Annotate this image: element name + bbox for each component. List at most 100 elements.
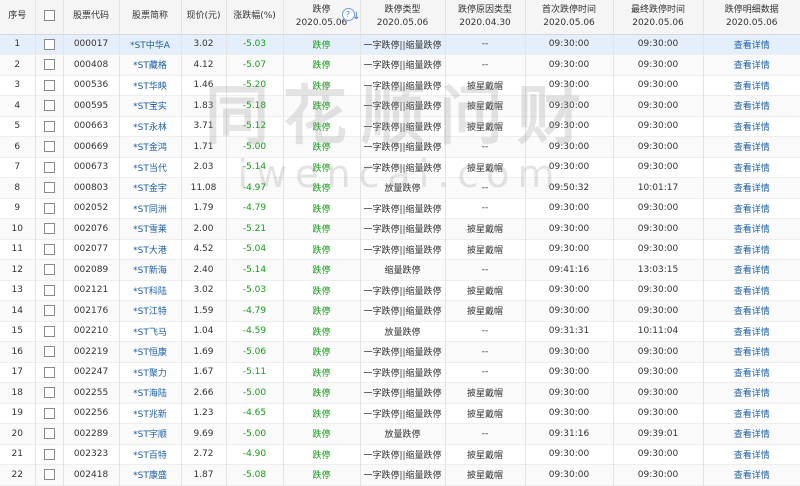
table-row[interactable]: 18 002255 *ST海陆 2.66 -5.00 跌停 一字跌停||缩量跌停 披星戴帽 09… (0, 382, 800, 403)
checkbox-icon[interactable] (43, 428, 55, 440)
stock-name-link[interactable]: *ST中华A (119, 34, 182, 55)
table-row[interactable]: 21 002323 *ST百特 2.72 -4.90 跌停 一字跌停||缩量跌停 披星戴帽 09… (0, 444, 800, 465)
stock-name-link[interactable]: *ST同洲 (119, 198, 182, 219)
row-checkbox[interactable] (35, 382, 64, 403)
view-detail-link[interactable]: 查看详情 (703, 342, 800, 363)
stock-name-link[interactable]: *ST百特 (119, 444, 182, 465)
table-row[interactable]: 9 002052 *ST同洲 1.79 -4.79 跌停 一字跌停||缩量跌停 -- 09:30… (0, 198, 800, 219)
checkbox-icon[interactable] (43, 120, 55, 132)
stock-name-link[interactable]: *ST宇顺 (119, 423, 182, 444)
row-checkbox[interactable] (35, 116, 64, 137)
checkbox-icon[interactable] (43, 448, 55, 460)
view-detail-link[interactable]: 查看详情 (703, 157, 800, 178)
view-detail-link[interactable]: 查看详情 (703, 34, 800, 55)
col-limit-down[interactable]: 跌停 2020.05.06 ? ↓ (283, 0, 361, 35)
stock-name-link[interactable]: *ST宝实 (119, 95, 182, 116)
view-detail-link[interactable]: 查看详情 (703, 465, 800, 486)
select-all-checkbox[interactable] (35, 0, 64, 35)
table-row[interactable]: 13 002121 *ST科陆 3.02 -5.03 跌停 一字跌停||缩量跌停 披星戴帽 09… (0, 280, 800, 301)
col-detail[interactable]: 跌停明细数据 2020.05.06 (703, 0, 800, 35)
checkbox-icon[interactable] (43, 161, 55, 173)
row-checkbox[interactable] (35, 198, 64, 219)
checkbox-icon[interactable] (43, 387, 55, 399)
stock-name-link[interactable]: *ST兆新 (119, 403, 182, 424)
view-detail-link[interactable]: 查看详情 (703, 198, 800, 219)
table-row[interactable]: 20 002289 *ST宇顺 9.69 -5.00 跌停 放量跌停 -- 09:31:16 09… (0, 423, 800, 445)
checkbox-icon[interactable] (43, 407, 55, 419)
col-limit-type[interactable]: 跌停类型 2020.05.06 (360, 0, 446, 35)
stock-name-link[interactable]: *ST当代 (119, 157, 182, 178)
table-row[interactable]: 19 002256 *ST兆新 1.23 -4.65 跌停 一字跌停||缩量跌停 披星戴帽 09… (0, 403, 800, 424)
view-detail-link[interactable]: 查看详情 (703, 96, 800, 117)
col-reason-type[interactable]: 跌停原因类型 2020.04.30 (445, 0, 526, 35)
col-first-time[interactable]: 首次跌停时间 2020.05.06 (525, 0, 614, 35)
checkbox-icon[interactable] (43, 10, 55, 22)
table-row[interactable]: 1 000017 *ST中华A 3.02 -5.03 跌停 一字跌停||缩量跌停 -- 09:3… (0, 34, 800, 55)
stock-name-link[interactable]: *ST新海 (119, 259, 182, 280)
checkbox-icon[interactable] (43, 202, 55, 214)
row-checkbox[interactable] (35, 300, 64, 321)
table-row[interactable]: 5 000663 *ST永林 3.71 -5.12 跌停 一字跌停||缩量跌停 披星戴帽 09:… (0, 116, 800, 137)
view-detail-link[interactable]: 查看详情 (703, 137, 800, 158)
view-detail-link[interactable]: 查看详情 (703, 280, 800, 301)
table-row[interactable]: 22 002418 *ST康盛 1.87 -5.08 跌停 一字跌停||缩量跌停 披星戴帽 09… (0, 464, 800, 486)
row-checkbox[interactable] (35, 136, 64, 157)
checkbox-icon[interactable] (43, 182, 55, 194)
view-detail-link[interactable]: 查看详情 (703, 321, 800, 342)
stock-name-link[interactable]: *ST藏格 (119, 54, 182, 75)
row-checkbox[interactable] (35, 362, 64, 383)
view-detail-link[interactable]: 查看详情 (703, 362, 800, 383)
table-row[interactable]: 2 000408 *ST藏格 4.12 -5.07 跌停 一字跌停||缩量跌停 -- 09:30… (0, 54, 800, 76)
checkbox-icon[interactable] (43, 141, 55, 153)
view-detail-link[interactable]: 查看详情 (703, 403, 800, 424)
view-detail-link[interactable]: 查看详情 (703, 219, 800, 240)
view-detail-link[interactable]: 查看详情 (703, 424, 800, 445)
row-checkbox[interactable] (35, 177, 64, 198)
checkbox-icon[interactable] (43, 284, 55, 296)
checkbox-icon[interactable] (43, 325, 55, 337)
stock-name-link[interactable]: *ST金鸿 (119, 136, 182, 157)
checkbox-icon[interactable] (43, 346, 55, 358)
sort-down-icon[interactable]: ↓ (352, 10, 359, 23)
stock-name-link[interactable]: *ST永林 (119, 116, 182, 137)
stock-name-link[interactable]: *ST科陆 (119, 280, 182, 301)
stock-name-link[interactable]: *ST康盛 (119, 464, 182, 485)
table-row[interactable]: 11 002077 *ST大港 4.52 -5.04 跌停 一字跌停||缩量跌停 披星戴帽 09… (0, 239, 800, 260)
stock-name-link[interactable]: *ST金宇 (119, 177, 182, 198)
row-checkbox[interactable] (35, 75, 64, 96)
row-checkbox[interactable] (35, 403, 64, 424)
row-checkbox[interactable] (35, 341, 64, 362)
checkbox-icon[interactable] (43, 38, 55, 50)
stock-name-link[interactable]: *ST飞马 (119, 321, 182, 342)
view-detail-link[interactable]: 查看详情 (703, 55, 800, 76)
table-row[interactable]: 3 000536 *ST华映 1.46 -5.20 跌停 一字跌停||缩量跌停 披星戴帽 09:… (0, 75, 800, 96)
col-final-time[interactable]: 最终跌停时间 2020.05.06 (613, 0, 704, 35)
stock-name-link[interactable]: *ST海陆 (119, 382, 182, 403)
view-detail-link[interactable]: 查看详情 (703, 301, 800, 322)
view-detail-link[interactable]: 查看详情 (703, 260, 800, 281)
row-checkbox[interactable] (35, 239, 64, 260)
checkbox-icon[interactable] (43, 79, 55, 91)
stock-name-link[interactable]: *ST江特 (119, 300, 182, 321)
table-row[interactable]: 4 000595 *ST宝实 1.83 -5.18 跌停 一字跌停||缩量跌停 披星戴帽 09:… (0, 95, 800, 117)
table-row[interactable]: 6 000669 *ST金鸿 1.71 -5.00 跌停 一字跌停||缩量跌停 -- 09:30… (0, 136, 800, 158)
checkbox-icon[interactable] (43, 305, 55, 317)
stock-name-link[interactable]: *ST雪莱 (119, 218, 182, 239)
view-detail-link[interactable]: 查看详情 (703, 239, 800, 260)
col-change[interactable]: 涨跌幅(%) (226, 0, 284, 35)
table-row[interactable]: 17 002247 *ST聚力 1.67 -5.11 跌停 一字跌停||缩量跌停 -- 09:3… (0, 362, 800, 383)
stock-name-link[interactable]: *ST大港 (119, 239, 182, 260)
table-row[interactable]: 7 000673 *ST当代 2.03 -5.14 跌停 一字跌停||缩量跌停 披星戴帽 09:… (0, 157, 800, 178)
view-detail-link[interactable]: 查看详情 (703, 444, 800, 465)
checkbox-icon[interactable] (43, 264, 55, 276)
checkbox-icon[interactable] (43, 366, 55, 378)
row-checkbox[interactable] (35, 95, 64, 116)
row-checkbox[interactable] (35, 259, 64, 280)
row-checkbox[interactable] (35, 218, 64, 239)
row-checkbox[interactable] (35, 423, 64, 444)
row-checkbox[interactable] (35, 321, 64, 342)
checkbox-icon[interactable] (43, 59, 55, 71)
row-checkbox[interactable] (35, 34, 64, 55)
col-name[interactable]: 股票简称 (119, 0, 182, 35)
table-row[interactable]: 12 002089 *ST新海 2.40 -5.14 跌停 缩量跌停 -- 09:41:16 13… (0, 259, 800, 281)
